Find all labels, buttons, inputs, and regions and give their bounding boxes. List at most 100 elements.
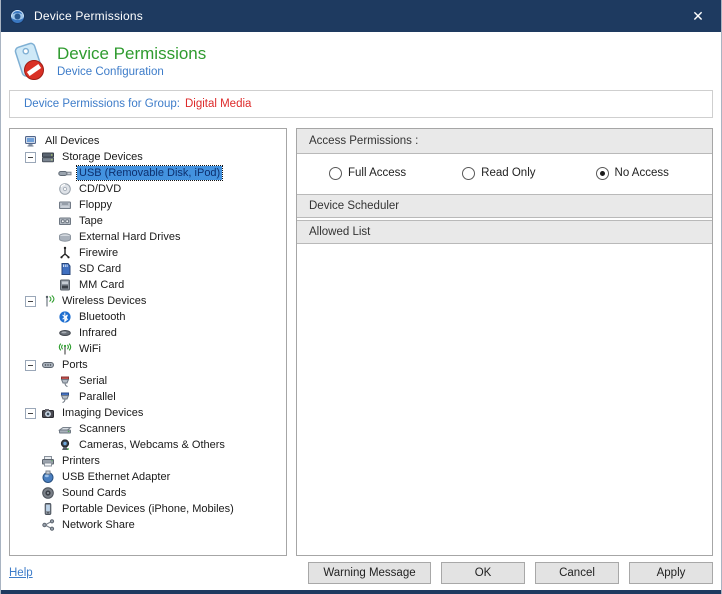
close-icon[interactable]: ✕ bbox=[675, 0, 721, 32]
app-icon bbox=[10, 8, 25, 24]
tree-item-label[interactable]: Parallel bbox=[77, 390, 118, 404]
section-header-allowed-list[interactable]: Allowed List bbox=[297, 220, 712, 244]
ext-hdd-icon bbox=[59, 233, 71, 242]
antenna-icon bbox=[45, 295, 55, 307]
panel-sections: Device Scheduler Allowed List bbox=[297, 194, 712, 244]
tree-item-label[interactable]: Wireless Devices bbox=[60, 294, 148, 308]
tree-item-label[interactable]: Cameras, Webcams & Others bbox=[77, 438, 227, 452]
sd-card-icon bbox=[61, 263, 71, 275]
drives-icon bbox=[42, 152, 54, 163]
tree-item[interactable]: SD Card bbox=[10, 261, 286, 277]
scanner-icon bbox=[58, 427, 72, 434]
tree-item[interactable]: Firewire bbox=[10, 245, 286, 261]
tree-item[interactable]: USB Ethernet Adapter bbox=[10, 469, 286, 485]
cancel-button[interactable]: Cancel bbox=[535, 562, 619, 584]
tree-item[interactable]: Wireless Devices bbox=[10, 293, 286, 309]
collapse-minus-icon[interactable] bbox=[25, 407, 36, 419]
help-link[interactable]: Help bbox=[9, 567, 33, 579]
tree-item-label[interactable]: Firewire bbox=[77, 246, 120, 260]
radio-no-access[interactable]: No Access bbox=[595, 166, 669, 180]
webcam-icon bbox=[60, 439, 70, 450]
tree-item[interactable]: Floppy bbox=[10, 197, 286, 213]
tree-item-label[interactable]: Scanners bbox=[77, 422, 127, 436]
printer-icon bbox=[42, 456, 54, 467]
tree-item-label[interactable]: Serial bbox=[77, 374, 109, 388]
tree-item[interactable]: Portable Devices (iPhone, Mobiles) bbox=[10, 501, 286, 517]
tree-item-label[interactable]: USB (Removable Disk, iPod) bbox=[75, 165, 224, 181]
tree-item[interactable]: Printers bbox=[10, 453, 286, 469]
tree-item[interactable]: External Hard Drives bbox=[10, 229, 286, 245]
network-share-icon bbox=[42, 519, 55, 531]
radio-circle-icon[interactable] bbox=[329, 166, 342, 180]
collapse-minus-icon[interactable] bbox=[25, 151, 36, 163]
access-permissions-header: Access Permissions : bbox=[297, 129, 712, 154]
footer-buttons: Warning Message OK Cancel Apply bbox=[308, 562, 713, 584]
tree-item[interactable]: WiFi bbox=[10, 341, 286, 357]
tree-item[interactable]: Cameras, Webcams & Others bbox=[10, 437, 286, 453]
apply-button[interactable]: Apply bbox=[629, 562, 713, 584]
wifi-icon bbox=[58, 343, 72, 355]
tree-item-label[interactable]: Floppy bbox=[77, 198, 114, 212]
radio-circle-icon[interactable] bbox=[462, 166, 476, 180]
tree-item[interactable]: CD/DVD bbox=[10, 181, 286, 197]
tree-item[interactable]: Tape bbox=[10, 213, 286, 229]
warning-message-button[interactable]: Warning Message bbox=[308, 562, 431, 584]
collapse-minus-icon[interactable] bbox=[25, 359, 36, 371]
tree-item-label[interactable]: Imaging Devices bbox=[60, 406, 145, 420]
port-icon bbox=[42, 362, 54, 368]
tree-item[interactable]: USB (Removable Disk, iPod) bbox=[10, 165, 286, 181]
footer-bar: Help Warning Message OK Cancel Apply bbox=[1, 556, 721, 590]
tree-item[interactable]: Serial bbox=[10, 373, 286, 389]
mobile-phone-icon bbox=[44, 503, 52, 515]
mm-card-icon bbox=[60, 279, 70, 291]
radio-read-only[interactable]: Read Only bbox=[462, 166, 536, 180]
section-header-device-scheduler[interactable]: Device Scheduler bbox=[297, 194, 712, 218]
group-name: Digital Media bbox=[184, 98, 252, 110]
dialog-header: Device Permissions Device Configuration bbox=[1, 32, 721, 89]
tree-item-label[interactable]: WiFi bbox=[77, 342, 103, 356]
device-tag-blocked-icon bbox=[14, 42, 44, 80]
page-title: Device Permissions bbox=[57, 43, 207, 63]
tree-item[interactable]: MM Card bbox=[10, 277, 286, 293]
collapse-minus-icon[interactable] bbox=[25, 295, 36, 307]
radio-full-access[interactable]: Full Access bbox=[329, 166, 406, 180]
tree-item[interactable]: Network Share bbox=[10, 517, 286, 533]
main-area: All Devices Storage Devices USB (Removable… bbox=[1, 128, 721, 556]
radio-label: No Access bbox=[614, 167, 669, 179]
tree-item[interactable]: Bluetooth bbox=[10, 309, 286, 325]
cd-icon bbox=[59, 183, 71, 195]
tree-item-label[interactable]: CD/DVD bbox=[77, 182, 123, 196]
tree-item[interactable]: Imaging Devices bbox=[10, 405, 286, 421]
tree-item-label[interactable]: Storage Devices bbox=[60, 150, 145, 164]
ok-button[interactable]: OK bbox=[441, 562, 525, 584]
permissions-panel: Access Permissions : Full Access Read Onl… bbox=[296, 128, 713, 556]
floppy-icon bbox=[59, 201, 71, 209]
tree-item-label[interactable]: Infrared bbox=[77, 326, 119, 340]
tree-item-label[interactable]: Network Share bbox=[60, 518, 137, 532]
tree-item-label[interactable]: Sound Cards bbox=[60, 486, 128, 500]
tree-item[interactable]: Infrared bbox=[10, 325, 286, 341]
radio-circle-icon[interactable] bbox=[595, 166, 609, 180]
tree-item[interactable]: Sound Cards bbox=[10, 485, 286, 501]
tree-item-label[interactable]: Bluetooth bbox=[77, 310, 127, 324]
tree-item[interactable]: Parallel bbox=[10, 389, 286, 405]
tree-item-label[interactable]: Portable Devices (iPhone, Mobiles) bbox=[60, 502, 236, 516]
tree-item-label[interactable]: Ports bbox=[60, 358, 90, 372]
tree-item-label[interactable]: MM Card bbox=[77, 278, 126, 292]
title-bar: Device Permissions ✕ bbox=[1, 0, 721, 32]
parallel-port-icon bbox=[60, 392, 70, 403]
group-banner: Device Permissions for Group: Digital Me… bbox=[9, 90, 713, 118]
tree-item-label[interactable]: Printers bbox=[60, 454, 102, 468]
camera-icon bbox=[42, 409, 54, 418]
tree-item-label[interactable]: USB Ethernet Adapter bbox=[60, 470, 172, 484]
computer-icon bbox=[25, 136, 36, 147]
tree-item[interactable]: Scanners bbox=[10, 421, 286, 437]
tree-item-label[interactable]: External Hard Drives bbox=[77, 230, 182, 244]
tree-item[interactable]: Ports bbox=[10, 357, 286, 373]
tree-item-label[interactable]: SD Card bbox=[77, 262, 123, 276]
firewire-icon bbox=[60, 246, 70, 259]
tree-item[interactable]: Storage Devices bbox=[10, 149, 286, 165]
tree-item-label[interactable]: All Devices bbox=[43, 134, 101, 148]
tree-item[interactable]: All Devices bbox=[10, 133, 286, 149]
tree-item-label[interactable]: Tape bbox=[77, 214, 105, 228]
